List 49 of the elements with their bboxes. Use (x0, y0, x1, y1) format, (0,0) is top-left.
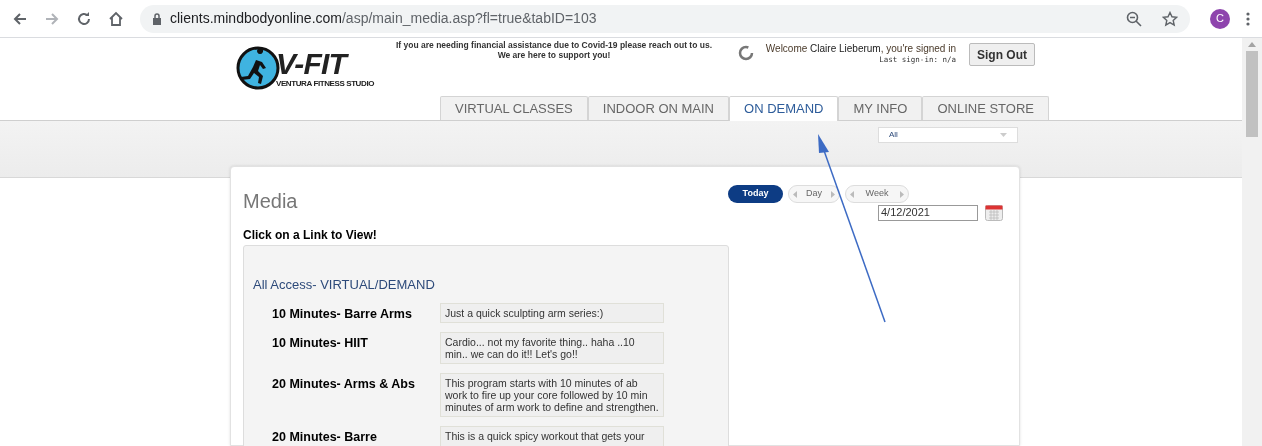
loading-spinner-icon (738, 45, 754, 61)
star-icon[interactable] (1162, 10, 1178, 27)
media-item-description: Just a quick sculpting arm series:) (440, 302, 664, 324)
left-arrow-icon[interactable] (793, 190, 797, 198)
scrollbar-thumb[interactable] (1246, 51, 1258, 137)
media-item-title[interactable]: 10 Minutes- Barre Arms (272, 302, 440, 324)
vfit-logo[interactable]: V-FIT VENTURA FITNESS STUDIO (236, 38, 376, 92)
media-item-title[interactable]: 10 Minutes- HIIT (272, 332, 440, 365)
caret-icon (1000, 133, 1007, 137)
right-arrow-icon[interactable] (900, 190, 904, 198)
media-item-title[interactable]: 20 Minutes- Barre (272, 426, 440, 446)
media-item-title[interactable]: 20 Minutes- Arms & Abs (272, 373, 440, 418)
logo-title: V-FIT (276, 48, 350, 79)
nav-tab[interactable]: VIRTUAL CLASSES (440, 96, 588, 120)
day-button[interactable]: Day (788, 185, 840, 203)
logo-subtitle: VENTURA FITNESS STUDIO (276, 78, 375, 88)
forward-icon[interactable] (44, 10, 60, 27)
back-icon[interactable] (12, 10, 28, 27)
menu-icon[interactable] (1246, 10, 1250, 27)
url-text: clients.mindbodyonline.com/asp/main_media.asp?fl=true&tabID=103 (170, 9, 597, 28)
notice-text: We are here to support you! (497, 50, 611, 60)
zoom-out-icon[interactable] (1126, 10, 1142, 27)
nav-tab[interactable]: ON DEMAND (729, 96, 839, 121)
media-item-description: This is a quick spicy workout that gets your (440, 426, 664, 446)
sign-out-button[interactable]: Sign Out (969, 43, 1035, 66)
today-button[interactable]: Today (728, 185, 783, 203)
category-link[interactable]: All Access- VIRTUAL/DEMAND (253, 275, 719, 295)
home-icon[interactable] (108, 10, 124, 27)
media-item-description: This program starts with 10 minutes of ab work to fire up your core followed by 10 min minutes of arm work to define and strengthen. (440, 373, 664, 418)
reload-icon[interactable] (76, 10, 92, 27)
date-field[interactable]: 4/12/2021 (878, 204, 978, 221)
lock-icon (152, 12, 162, 25)
address-bar[interactable]: clients.mindbodyonline.com/asp/main_media.asp?fl=true&tabID=103 (140, 4, 1190, 33)
week-button[interactable]: Week (845, 185, 909, 203)
media-title: Media (243, 189, 299, 214)
filter-select[interactable]: All (878, 127, 1018, 143)
instruction-text: Click on a Link to View! (243, 227, 378, 244)
nav-tab[interactable]: INDOOR ON MAIN (587, 96, 729, 120)
scroll-up-icon[interactable] (1248, 42, 1256, 47)
welcome-text: Welcome Claire Lieberum, you're signed in (765, 43, 956, 55)
notice-text: If you are needing financial assistance due to Covid-19 please reach out to us. (396, 40, 712, 50)
calendar-icon[interactable] (985, 204, 1003, 221)
nav-tab[interactable]: MY INFO (838, 96, 923, 120)
profile-avatar[interactable]: C (1210, 8, 1230, 29)
media-item-description: Cardio... not my favorite thing.. haha ..10 min.. we can do it!! Let's go!! (440, 332, 664, 365)
scrollbar[interactable] (1242, 38, 1262, 446)
nav-tab[interactable]: ONLINE STORE (922, 96, 1049, 120)
left-arrow-icon[interactable] (850, 190, 854, 198)
right-arrow-icon[interactable] (831, 190, 835, 198)
